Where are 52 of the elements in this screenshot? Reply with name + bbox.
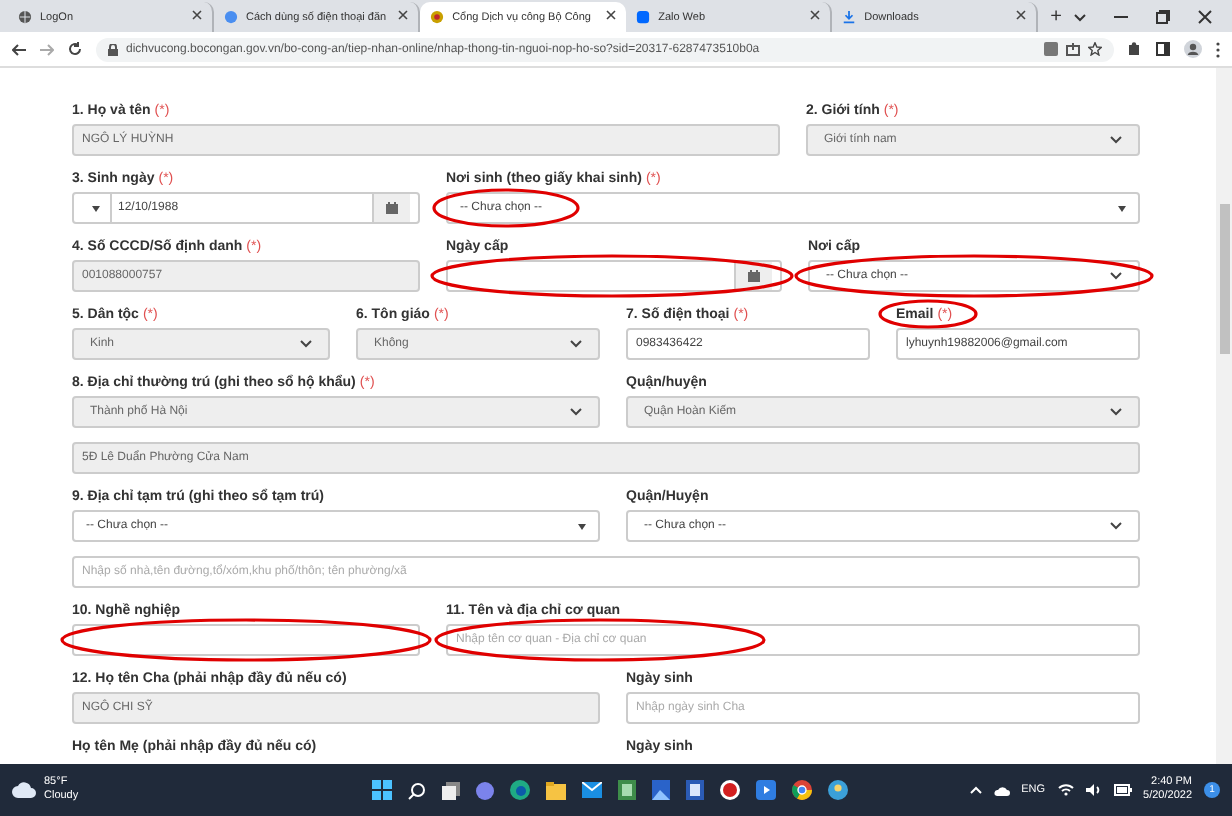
close-icon[interactable] — [606, 10, 617, 20]
spreadsheet-icon[interactable] — [618, 780, 636, 800]
close-icon[interactable] — [1198, 10, 1212, 24]
sidebar-icon[interactable] — [1156, 42, 1170, 56]
caret-up-icon[interactable] — [969, 786, 982, 794]
chevron-down-icon[interactable] — [1074, 13, 1086, 21]
battery-icon[interactable] — [1113, 784, 1132, 796]
cloud-icon[interactable] — [993, 785, 1010, 795]
scrollbar[interactable] — [1216, 68, 1232, 764]
new-tab-button[interactable]: + — [1038, 2, 1074, 32]
chevron-down-icon — [1110, 522, 1122, 530]
caret-down-icon — [1118, 205, 1126, 211]
chevron-down-icon — [1110, 136, 1122, 144]
chevron-down-icon — [300, 340, 312, 348]
media-icon[interactable] — [756, 780, 776, 800]
restore-icon[interactable] — [1156, 10, 1170, 24]
wifi-icon[interactable] — [1057, 784, 1074, 796]
search-icon[interactable] — [408, 781, 426, 799]
caret-down-icon — [92, 205, 100, 211]
folder-icon[interactable] — [546, 781, 566, 799]
start-icon[interactable] — [372, 780, 392, 800]
caret-down-icon — [578, 523, 586, 529]
document-icon[interactable] — [686, 780, 704, 800]
star-icon[interactable] — [1088, 42, 1102, 56]
download-icon — [842, 10, 857, 24]
close-icon[interactable] — [192, 10, 203, 20]
close-icon[interactable] — [1016, 10, 1027, 20]
emblem-icon — [430, 10, 445, 24]
lock-icon — [108, 43, 118, 55]
cloud-icon[interactable] — [12, 782, 36, 798]
mail-icon[interactable] — [582, 782, 602, 798]
profile-icon[interactable] — [1184, 40, 1202, 58]
scrollbar-thumb[interactable] — [1219, 204, 1229, 354]
chevron-down-icon — [1110, 408, 1122, 416]
record-icon[interactable] — [720, 780, 740, 800]
share-icon[interactable] — [1066, 42, 1080, 56]
chevron-down-icon — [570, 340, 582, 348]
calendar-icon — [748, 270, 760, 282]
close-icon[interactable] — [398, 10, 409, 20]
close-icon[interactable] — [810, 10, 821, 20]
input-field[interactable] — [72, 624, 420, 656]
chevron-down-icon — [1110, 272, 1122, 280]
task-view-icon[interactable] — [442, 781, 460, 799]
speaker-icon[interactable] — [1085, 784, 1102, 796]
round-browser-icon[interactable] — [792, 780, 812, 800]
reload-icon[interactable] — [68, 42, 82, 56]
photos-icon[interactable] — [652, 780, 670, 800]
chevron-down-icon — [570, 408, 582, 416]
puzzle-icon[interactable] — [1128, 42, 1142, 56]
calendar-icon — [386, 202, 398, 214]
back-arrow-icon[interactable] — [12, 43, 26, 55]
date-field[interactable] — [446, 260, 782, 292]
